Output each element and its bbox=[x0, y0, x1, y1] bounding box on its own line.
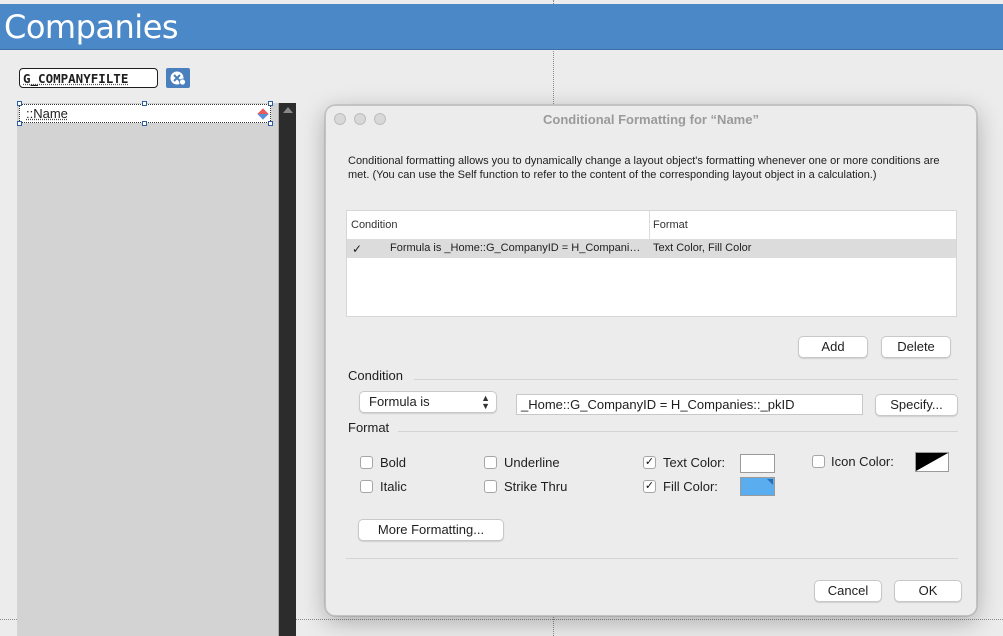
conditional-format-badge-icon bbox=[257, 108, 269, 120]
updown-chevron-icon: ▲ ▼ bbox=[481, 393, 490, 411]
condition-type-value: Formula is bbox=[369, 394, 430, 409]
italic-label: Italic bbox=[380, 479, 407, 494]
selection-handle[interactable] bbox=[142, 101, 147, 106]
table-row[interactable]: ✓ Formula is _Home::G_CompanyID = H_Comp… bbox=[347, 239, 956, 258]
text-color-swatch[interactable] bbox=[740, 454, 775, 473]
fill-color-swatch[interactable] bbox=[740, 477, 775, 496]
company-portal[interactable] bbox=[17, 103, 279, 636]
underline-label: Underline bbox=[504, 455, 560, 470]
strike-thru-checkbox[interactable] bbox=[484, 480, 497, 493]
condition-column-header[interactable]: Condition bbox=[347, 211, 397, 239]
underline-checkbox[interactable] bbox=[484, 456, 497, 469]
more-formatting-button[interactable]: More Formatting... bbox=[358, 519, 504, 541]
swatch-corner-icon bbox=[767, 479, 773, 485]
format-column-header[interactable]: Format bbox=[649, 211, 688, 239]
selection-handle[interactable] bbox=[142, 121, 147, 126]
row-enabled-checkbox[interactable]: ✓ bbox=[352, 242, 362, 256]
clear-icon bbox=[170, 71, 186, 86]
row-format: Text Color, Fill Color bbox=[653, 242, 752, 254]
cancel-button[interactable]: Cancel bbox=[814, 580, 882, 602]
header-band: Companies bbox=[0, 4, 1003, 50]
row-condition: Formula is _Home::G_CompanyID = H_Compan… bbox=[390, 242, 646, 254]
fill-color-checkbox[interactable]: ✓ bbox=[643, 480, 656, 493]
italic-checkbox[interactable] bbox=[360, 480, 373, 493]
format-section-label: Format bbox=[348, 420, 390, 435]
portal-scrollbar[interactable] bbox=[279, 103, 296, 636]
divider bbox=[398, 431, 958, 432]
clear-filter-button[interactable] bbox=[166, 68, 190, 88]
strike-thru-label: Strike Thru bbox=[504, 479, 568, 494]
bold-label: Bold bbox=[380, 455, 407, 470]
icon-color-checkbox[interactable] bbox=[812, 455, 825, 468]
divider bbox=[346, 558, 958, 559]
text-color-checkbox[interactable]: ✓ bbox=[643, 456, 656, 469]
fill-color-label: Fill Color: bbox=[663, 479, 718, 494]
selection-handle[interactable] bbox=[268, 121, 273, 126]
icon-color-diagonal-icon bbox=[916, 453, 948, 471]
selection-handle[interactable] bbox=[268, 101, 273, 106]
formula-input[interactable]: _Home::G_CompanyID = H_Companies::_pkID bbox=[516, 394, 863, 415]
dialog-title: Conditional Formatting for “Name” bbox=[543, 112, 759, 127]
selection-handle[interactable] bbox=[17, 121, 22, 126]
icon-color-label: Icon Color: bbox=[831, 454, 894, 469]
dialog-titlebar[interactable]: Conditional Formatting for “Name” bbox=[326, 106, 976, 134]
specify-button[interactable]: Specify... bbox=[875, 394, 958, 416]
condition-type-select[interactable]: Formula is ▲ ▼ bbox=[359, 391, 497, 413]
selection-handle[interactable] bbox=[17, 101, 22, 106]
text-color-label: Text Color: bbox=[663, 455, 726, 470]
company-filter-field[interactable]: G_COMPANYFILTE bbox=[19, 68, 158, 88]
scroll-up-arrow-icon[interactable] bbox=[283, 107, 293, 113]
conditional-formatting-dialog: Conditional Formatting for “Name” Condit… bbox=[325, 105, 977, 616]
icon-color-swatch[interactable] bbox=[915, 452, 949, 472]
dialog-description: Conditional formatting allows you to dyn… bbox=[348, 155, 940, 181]
conditions-table[interactable]: Condition Format ✓ Formula is _Home::G_C… bbox=[346, 210, 957, 317]
ok-button[interactable]: OK bbox=[894, 580, 962, 602]
name-field-label: ::Name bbox=[26, 106, 68, 121]
bold-checkbox[interactable] bbox=[360, 456, 373, 469]
delete-button[interactable]: Delete bbox=[881, 336, 951, 358]
add-button[interactable]: Add bbox=[798, 336, 868, 358]
condition-section-label: Condition bbox=[348, 368, 403, 383]
divider bbox=[414, 379, 958, 380]
page-title: Companies bbox=[4, 8, 179, 46]
